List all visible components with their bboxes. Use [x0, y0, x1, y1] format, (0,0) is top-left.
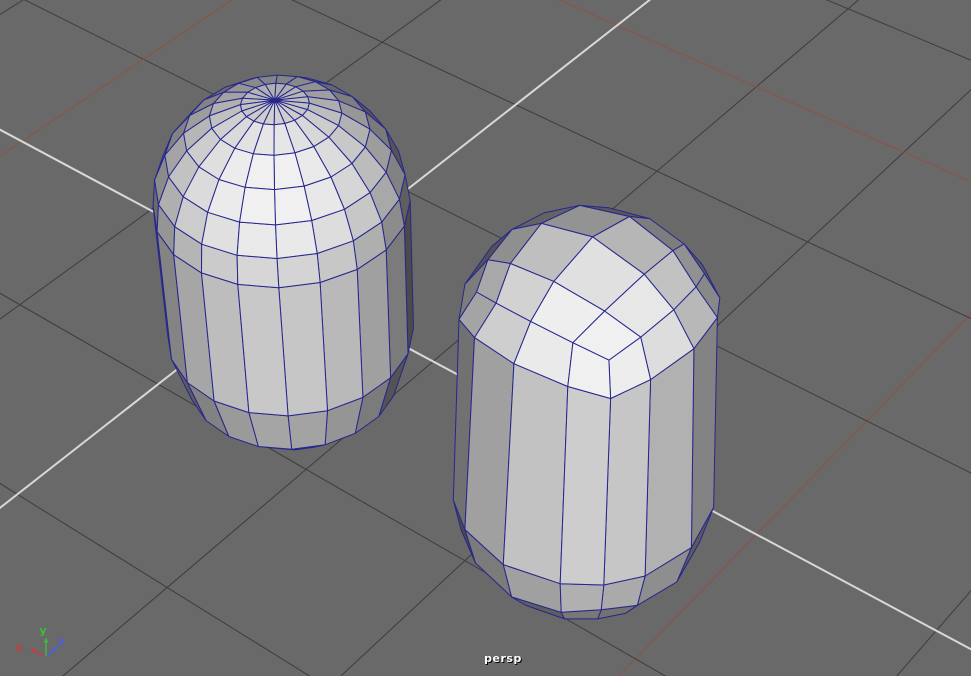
grid-line: [0, 0, 442, 320]
camera-name-label: persp: [484, 652, 522, 665]
scene-objects: [152, 74, 721, 620]
mesh-face[interactable]: [559, 583, 605, 613]
mesh-face[interactable]: [502, 363, 569, 585]
mesh-face[interactable]: [276, 253, 321, 289]
mesh-face[interactable]: [644, 348, 695, 577]
viewport-3d[interactable]: x y z persp: [0, 0, 971, 676]
capsule-mesh-right[interactable]: [452, 204, 721, 620]
axis-label-z: z: [58, 635, 64, 648]
mesh-face[interactable]: [239, 186, 276, 226]
mesh-face[interactable]: [603, 379, 652, 586]
mesh-face[interactable]: [236, 221, 278, 259]
mesh-face[interactable]: [559, 386, 612, 586]
mesh-face[interactable]: [690, 317, 718, 549]
mesh-face[interactable]: [287, 410, 328, 450]
capsule-mesh-left[interactable]: [152, 74, 414, 451]
axis-arrowhead-y: [43, 638, 49, 643]
axis-gizmo: x y z: [15, 624, 64, 658]
mesh-face[interactable]: [236, 254, 280, 289]
axis-label-y: y: [39, 624, 46, 637]
scene-canvas[interactable]: [0, 0, 971, 676]
axis-gizmo-arrows: [30, 638, 58, 658]
mesh-face[interactable]: [275, 220, 318, 259]
axis-label-x: x: [15, 641, 22, 654]
